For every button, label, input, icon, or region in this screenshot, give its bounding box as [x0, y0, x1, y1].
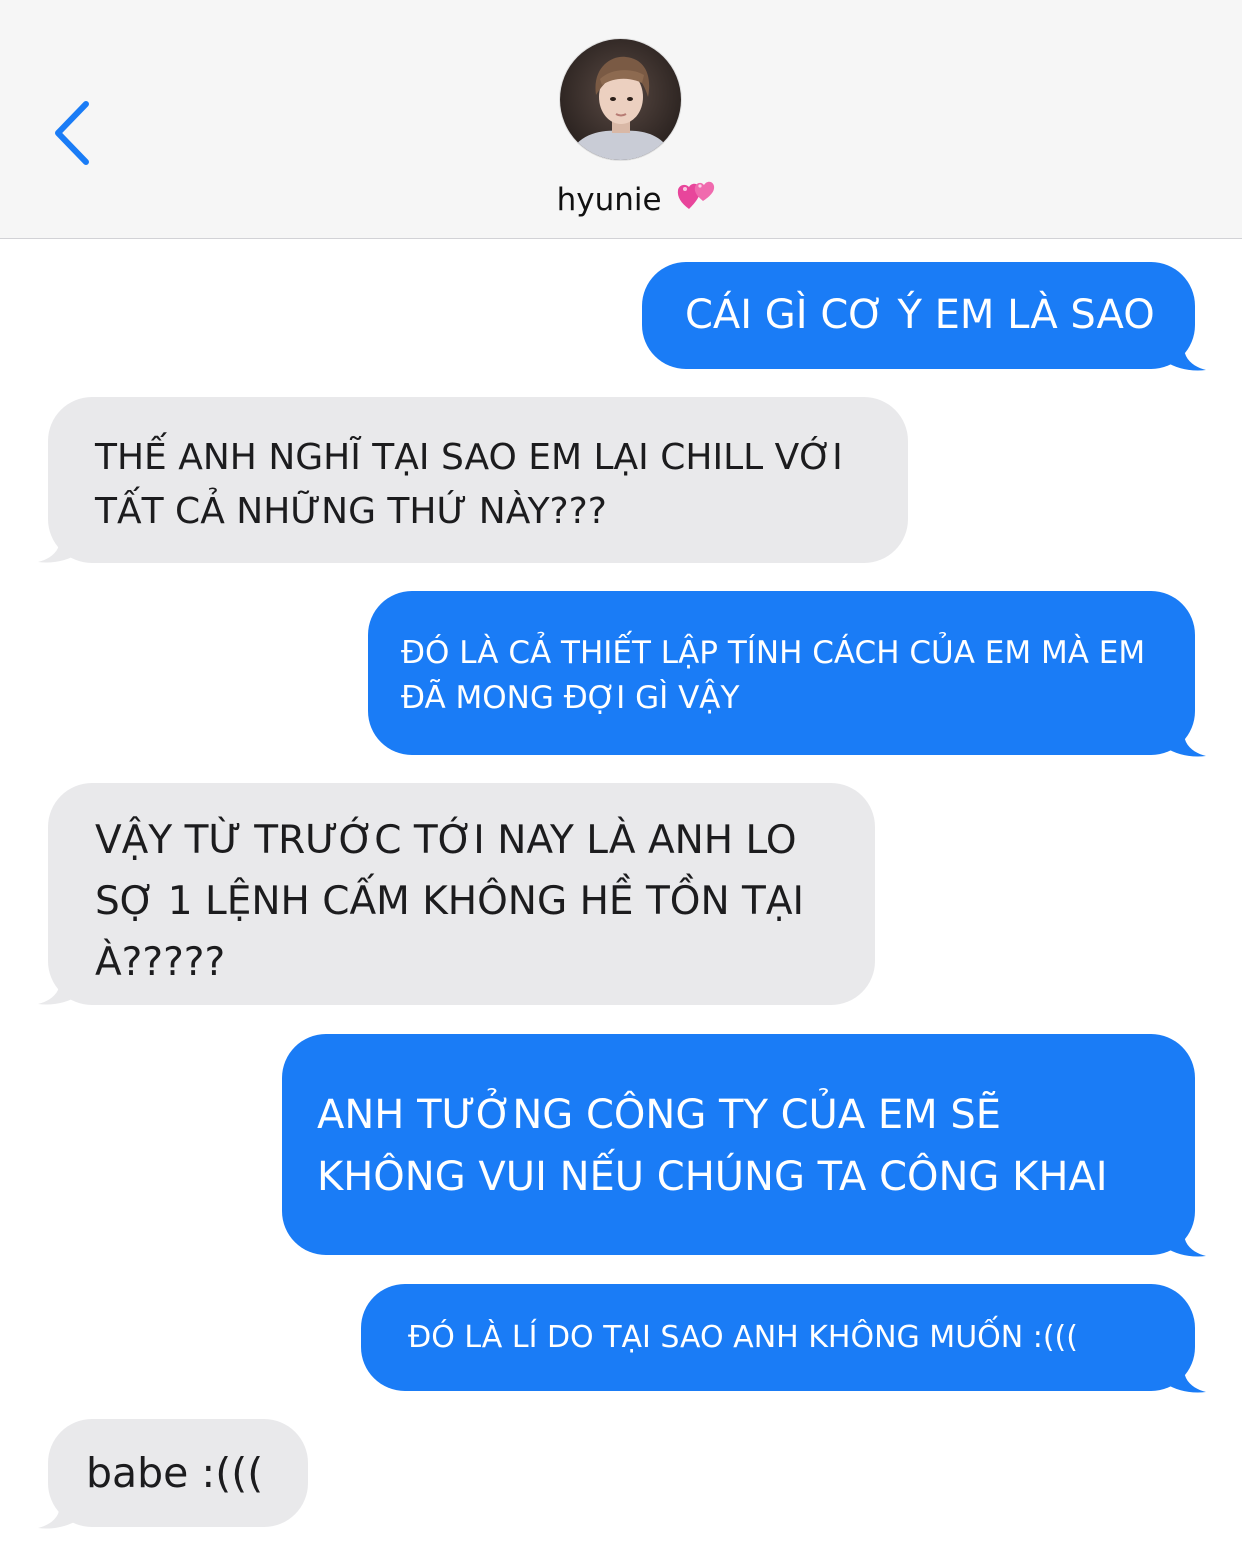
contact-avatar[interactable] [560, 39, 681, 160]
chevron-left-icon [55, 101, 89, 165]
message-text: KHÔNG VUI NẾU CHÚNG TA CÔNG KHAI [317, 1154, 1108, 1200]
contact-name-label: hyunie [556, 182, 662, 218]
message-text: ĐÃ MONG ĐỢI GÌ VẬY [401, 680, 740, 716]
message-text: VẬY TỪ TRƯỚC TỚI NAY LÀ ANH LO [95, 818, 797, 863]
message-bubble-incoming[interactable]: VẬY TỪ TRƯỚC TỚI NAY LÀ ANH LO SỢ 1 LỆNH… [48, 783, 875, 1005]
message-text: ĐÓ LÀ CẢ THIẾT LẬP TÍNH CÁCH CỦA EM MÀ E… [401, 635, 1146, 671]
bubble-tail [1160, 1216, 1206, 1257]
bubble-tail [1160, 716, 1206, 757]
message-text: ANH TƯỞNG CÔNG TY CỦA EM SẼ [317, 1092, 1002, 1138]
message-bubble-outgoing[interactable]: ĐÓ LÀ LÍ DO TẠI SAO ANH KHÔNG MUỐN :((( [361, 1284, 1195, 1391]
bubble-tail [1160, 330, 1206, 371]
conversation-header: hyunie [0, 0, 1242, 239]
two-hearts-icon [677, 177, 715, 221]
message-bubble-outgoing[interactable]: CÁI GÌ CƠ Ý EM LÀ SAO [642, 262, 1195, 369]
bubble-tail [38, 964, 84, 1005]
bubble-tail [38, 522, 84, 563]
message-bubble-incoming[interactable]: babe :((( [48, 1419, 308, 1527]
message-text: THẾ ANH NGHĨ TẠI SAO EM LẠI CHILL VỚI [95, 437, 843, 478]
contact-name[interactable]: hyunie [0, 180, 1242, 221]
message-bubble-incoming[interactable]: THẾ ANH NGHĨ TẠI SAO EM LẠI CHILL VỚI TẤ… [48, 397, 908, 563]
message-bubble-outgoing[interactable]: ANH TƯỞNG CÔNG TY CỦA EM SẼ KHÔNG VUI NẾ… [282, 1034, 1195, 1255]
message-text: TẤT CẢ NHỮNG THỨ NÀY??? [95, 491, 607, 532]
message-text: À????? [95, 940, 226, 985]
message-text: CÁI GÌ CƠ Ý EM LÀ SAO [685, 292, 1155, 338]
message-bubble-outgoing[interactable]: ĐÓ LÀ CẢ THIẾT LẬP TÍNH CÁCH CỦA EM MÀ E… [368, 591, 1195, 755]
bubble-tail [38, 1488, 84, 1529]
back-button[interactable] [48, 100, 96, 166]
bubble-tail [1160, 1352, 1206, 1393]
message-text: ĐÓ LÀ LÍ DO TẠI SAO ANH KHÔNG MUỐN :((( [408, 1320, 1078, 1355]
message-text: babe :((( [86, 1449, 264, 1497]
message-text: SỢ 1 LỆNH CẤM KHÔNG HỀ TỒN TẠI [95, 879, 805, 924]
